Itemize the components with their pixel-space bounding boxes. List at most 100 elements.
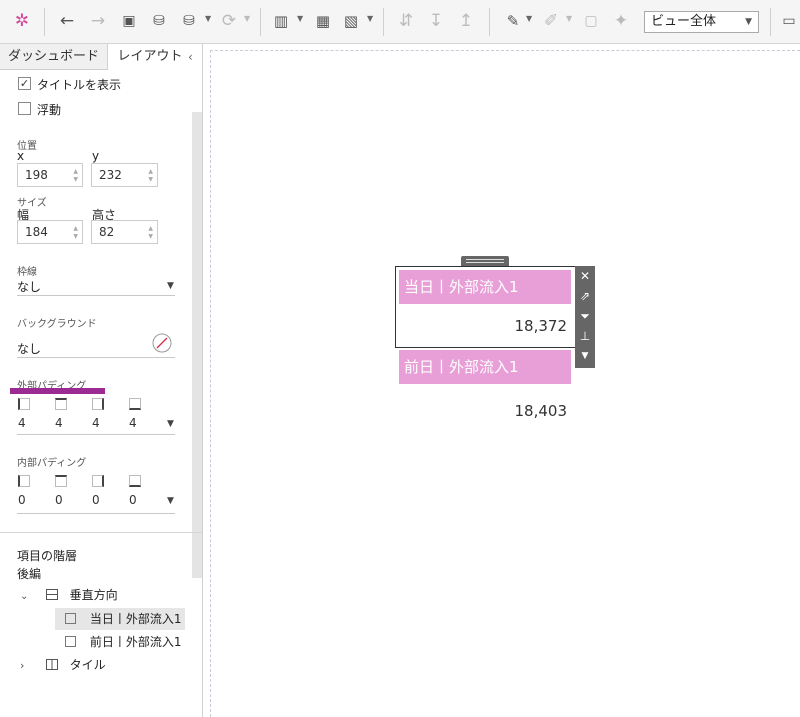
outer-padding-right[interactable]: 4 [92,416,100,430]
background-value[interactable]: なし [17,340,41,357]
pin-icon[interactable]: ⊥ [575,326,595,346]
filter-icon[interactable]: ⏷ [575,306,595,326]
more-options-icon[interactable]: ▼ [575,346,595,366]
inner-padding-left[interactable]: 0 [18,493,26,507]
height-value: 82 [99,225,115,239]
outer-padding-bottom[interactable]: 4 [129,416,137,430]
divider [17,295,175,296]
new-worksheet-icon[interactable]: ▥ [270,10,292,32]
no-color-swatch-icon[interactable] [152,333,172,353]
tree-item-label: 当日丨外部流入1 [89,612,182,626]
padding-left-icon [18,475,30,487]
duplicate-sheet-icon[interactable]: ▦ [312,10,334,32]
close-icon[interactable]: ✕ [575,266,595,286]
pause-updates-caret-icon[interactable]: ▼ [205,14,211,23]
toolbar-separator [770,8,771,36]
padding-right-icon [92,475,104,487]
background-label: バックグラウンド [17,319,97,330]
view-fit-select[interactable]: ビュー全体 ▼ [644,11,759,33]
x-value: 198 [25,168,48,182]
tableau-logo-icon[interactable]: ✲ [11,10,33,32]
chevron-down-icon: ▼ [745,17,752,27]
save-icon[interactable]: ▣ [118,10,140,32]
swap-icon[interactable]: ⇵ [395,10,417,32]
inner-padding-right[interactable]: 0 [92,493,100,507]
tree-item-label: 垂直方向 [69,588,118,602]
inner-padding-dropdown-icon[interactable]: ▼ [167,496,174,506]
object-toolbar: ✕ ⇗ ⏷ ⊥ ▼ [575,266,595,368]
layout-panel: ダッシュボード レイアウト ‹ ✓ タイトルを表示 浮動 位置 x y 198 … [0,44,203,717]
new-datasource-icon[interactable]: ⛁ [148,10,170,32]
padding-top-icon [55,398,67,410]
increment-icon[interactable]: ▲ [148,226,153,232]
pause-updates-icon[interactable]: ⛁ [178,10,200,32]
clear-sheet-icon[interactable]: ▧ [340,10,362,32]
chevron-right-icon[interactable]: › [20,655,38,677]
tree-item-previous[interactable]: 前日丨外部流入1 [55,631,195,653]
highlight-bar [10,388,105,394]
toolbar-separator [260,8,261,36]
tab-layout[interactable]: レイアウト [108,44,192,70]
sort-descending-icon[interactable]: ↥ [455,10,477,32]
increment-icon[interactable]: ▲ [148,169,153,175]
text-box-icon[interactable]: ▢ [580,10,602,32]
decrement-icon[interactable]: ▼ [148,234,153,240]
decrement-icon[interactable]: ▼ [148,177,153,183]
floating-label: 浮動 [37,103,62,117]
tree-item-tile[interactable]: › タイル [20,654,200,676]
open-external-icon[interactable]: ⇗ [575,286,595,306]
drag-handle[interactable] [461,256,509,266]
new-worksheet-caret-icon[interactable]: ▼ [297,14,303,23]
panel-scrollbar[interactable] [192,112,202,578]
clear-sheet-caret-icon[interactable]: ▼ [367,14,373,23]
card1-title: 当日丨外部流入1 [399,270,571,304]
undo-icon[interactable]: ← [56,10,78,32]
toolbar: ✲ ← → ▣ ⛁ ⛁ ▼ ⟳ ▼ ▥ ▼ ▦ ▧ ▼ ⇵ ↧ ↥ ✎ ▼ ✐ … [0,0,800,44]
refresh-icon[interactable]: ⟳ [218,10,240,32]
highlight-caret-icon[interactable]: ▼ [526,14,532,23]
width-value: 184 [25,225,48,239]
chevron-down-icon[interactable]: ⌄ [20,586,38,608]
decrement-icon[interactable]: ▼ [73,177,78,183]
highlight-pen-icon[interactable]: ✎ [502,10,524,32]
attach-caret-icon[interactable]: ▼ [566,14,572,23]
pin-icon[interactable]: ✦ [610,10,632,32]
y-label: y [92,149,100,163]
toolbar-separator [44,8,45,36]
border-value[interactable]: なし [17,278,41,295]
outer-padding-top[interactable]: 4 [55,416,63,430]
refresh-caret-icon[interactable]: ▼ [244,14,250,23]
x-input[interactable]: 198 ▲ ▼ [17,163,83,187]
section-divider [0,532,202,533]
y-input[interactable]: 232 ▲ ▼ [91,163,158,187]
padding-top-icon [55,475,67,487]
attach-icon[interactable]: ✐ [540,10,562,32]
floating-checkbox[interactable] [18,102,31,115]
width-input[interactable]: 184 ▲ ▼ [17,220,83,244]
tiled-container-icon [45,659,58,670]
toolbar-separator [383,8,384,36]
inner-padding-label: 内部パディング [17,458,87,469]
inner-padding-top[interactable]: 0 [55,493,63,507]
outer-padding-dropdown-icon[interactable]: ▼ [167,419,174,429]
sort-ascending-icon[interactable]: ↧ [425,10,447,32]
increment-icon[interactable]: ▲ [73,169,78,175]
outer-padding-left[interactable]: 4 [18,416,26,430]
decrement-icon[interactable]: ▼ [73,234,78,240]
tree-item-vertical[interactable]: ⌄ 垂直方向 [20,584,200,606]
card2-value: 18,403 [514,402,568,420]
increment-icon[interactable]: ▲ [73,226,78,232]
tree-item-current[interactable]: 当日丨外部流入1 [55,608,185,630]
presentation-icon[interactable]: ▭ [778,10,800,32]
redo-icon[interactable]: → [87,10,109,32]
height-input[interactable]: 82 ▲ ▼ [91,220,158,244]
vertical-container-icon [45,589,58,600]
border-dropdown-icon[interactable]: ▼ [167,281,174,291]
show-title-checkbox[interactable]: ✓ [18,77,31,90]
collapse-panel-icon[interactable]: ‹ [188,50,193,64]
padding-bottom-icon [129,398,141,410]
sheet-icon [65,613,76,624]
inner-padding-bottom[interactable]: 0 [129,493,137,507]
tab-dashboard[interactable]: ダッシュボード [0,44,108,70]
padding-left-icon [18,398,30,410]
